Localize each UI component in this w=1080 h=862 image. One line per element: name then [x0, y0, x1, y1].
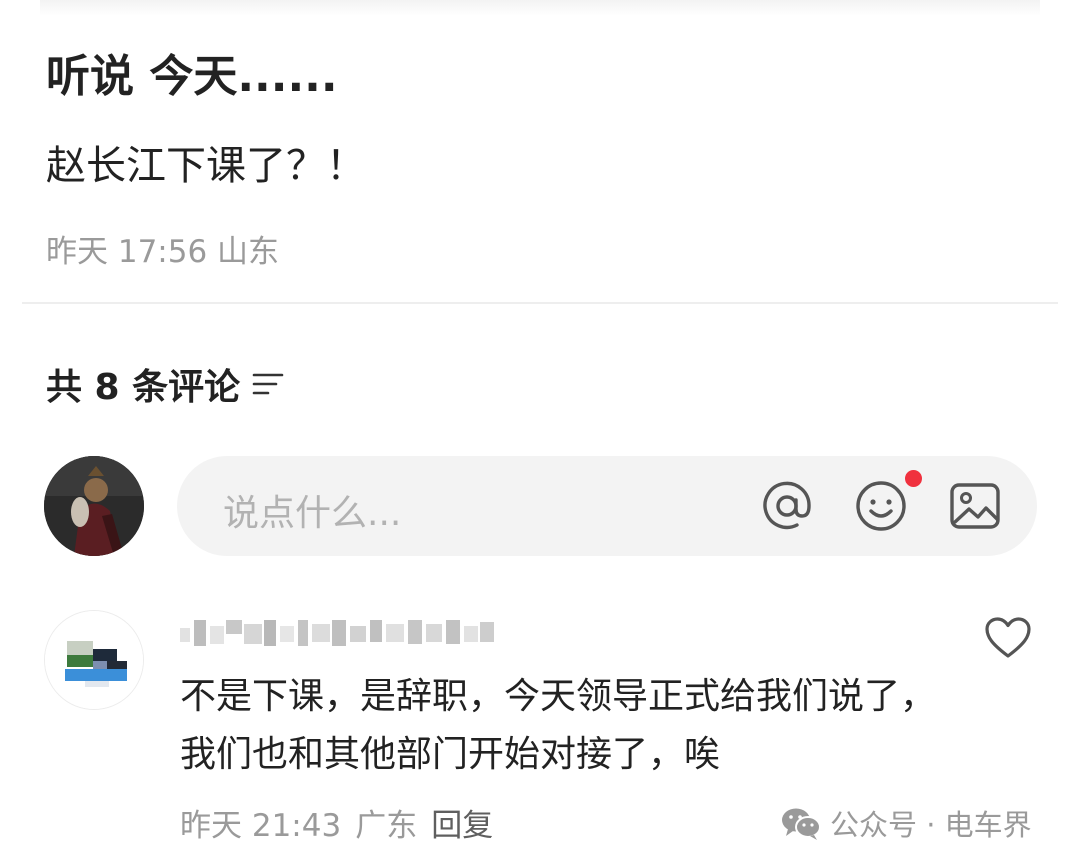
- username-mosaic: [180, 620, 494, 646]
- top-edge: [40, 0, 1040, 16]
- image-button[interactable]: [947, 478, 1003, 534]
- smiley-icon: [856, 481, 906, 531]
- avatar-image: [44, 456, 144, 556]
- pixelated-avatar: [45, 611, 143, 709]
- wechat-icon: [782, 808, 821, 840]
- reply-button[interactable]: 回复: [431, 800, 493, 845]
- notification-dot: [903, 468, 924, 489]
- comment-input[interactable]: 说点什么...: [177, 456, 1037, 556]
- post-meta: 昨天 17:56 山东: [46, 234, 280, 270]
- post-body: 赵长江下课了？！: [46, 143, 366, 189]
- like-button[interactable]: [984, 616, 1032, 660]
- comment-location: 广东: [355, 808, 418, 844]
- comment-time: 昨天 21:43: [180, 808, 342, 844]
- heart-icon: [985, 617, 1031, 658]
- emoji-button[interactable]: [853, 478, 909, 534]
- current-user-avatar[interactable]: [44, 456, 144, 556]
- comments-count: 共 8 条评论: [46, 367, 241, 408]
- mention-button[interactable]: [759, 478, 815, 534]
- sort-icon: [252, 373, 284, 395]
- watermark-text: 公众号 · 电车界: [830, 808, 1032, 842]
- divider: [22, 302, 1058, 304]
- at-icon: [763, 481, 811, 530]
- sort-button[interactable]: [252, 370, 284, 398]
- commenter-avatar[interactable]: [44, 610, 144, 710]
- post-title: 听说 今天......: [46, 51, 338, 102]
- watermark: 公众号 · 电车界: [780, 802, 1032, 844]
- comment-meta: 昨天 21:43 广东 回复: [180, 800, 493, 845]
- commenter-username-redacted[interactable]: [180, 616, 500, 652]
- image-icon: [950, 483, 1000, 529]
- comments-header: 共 8 条评论: [46, 358, 284, 410]
- comment-text: 不是下课，是辞职，今天领导正式给我们说了，我们也和其他部门开始对接了，唉: [180, 676, 937, 775]
- comment-input-placeholder: 说点什么...: [223, 493, 402, 534]
